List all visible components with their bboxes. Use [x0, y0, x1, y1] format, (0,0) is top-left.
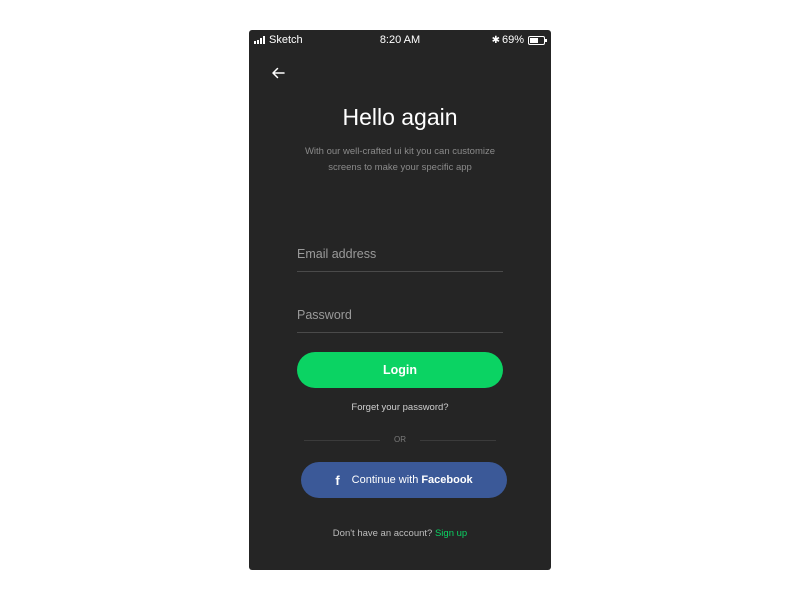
arrow-left-icon [272, 67, 285, 79]
divider-right [420, 440, 496, 441]
facebook-label-prefix: Continue with [351, 474, 419, 486]
page-subtitle: With our well-crafted ui kit you can cus… [294, 144, 506, 176]
forgot-password-link[interactable]: Forget your password? [249, 402, 551, 413]
back-button[interactable] [269, 64, 287, 82]
password-field-wrapper [297, 302, 503, 333]
password-field[interactable] [297, 302, 503, 328]
facebook-label-bold: Facebook [421, 474, 473, 486]
facebook-icon: f [335, 472, 340, 488]
bluetooth-icon: ✱ [491, 34, 500, 46]
subtitle-line-1: With our well-crafted ui kit you can cus… [304, 146, 496, 157]
signup-row: Don't have an account? Sign up [249, 528, 551, 539]
battery-icon [528, 35, 547, 45]
status-bar: Sketch 8:20 AM ✱ 69% [249, 30, 551, 50]
signup-prompt: Don't have an account? [332, 528, 433, 539]
email-field[interactable] [297, 241, 503, 267]
battery-percent: 69% [501, 34, 524, 46]
login-button[interactable]: Login [297, 352, 503, 388]
page-title: Hello again [342, 104, 458, 130]
signup-link[interactable]: Sign up [435, 528, 467, 539]
facebook-login-button[interactable]: f Continue with Facebook [301, 462, 507, 498]
subtitle-line-2: screens to make your specific app [328, 162, 472, 173]
status-right: ✱ 69% [491, 34, 547, 46]
or-divider-label: OR [394, 435, 406, 444]
email-field-wrapper [297, 241, 503, 272]
phone-screen: Sketch 8:20 AM ✱ 69% Hello again With ou… [249, 30, 551, 570]
